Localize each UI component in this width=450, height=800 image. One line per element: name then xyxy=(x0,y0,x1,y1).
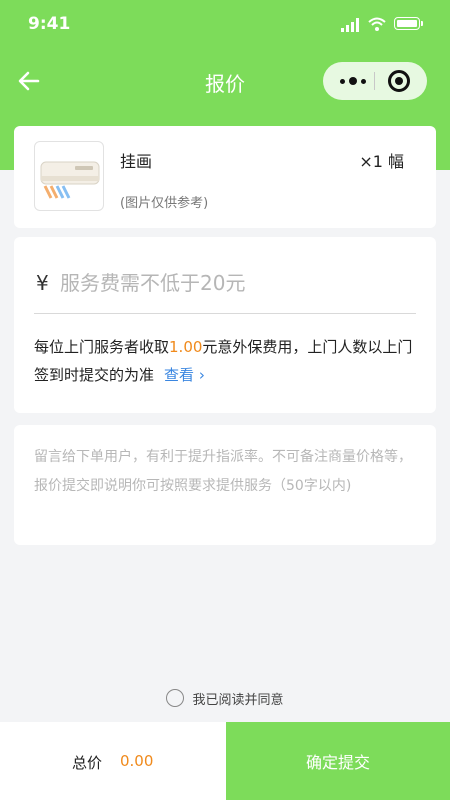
battery-tip xyxy=(421,21,423,26)
close-mini-program-icon[interactable] xyxy=(388,70,410,92)
air-conditioner-icon xyxy=(40,161,100,199)
agreement-radio[interactable] xyxy=(166,689,185,707)
more-icon[interactable] xyxy=(333,62,373,100)
agreement-row: 我已阅读并同意 xyxy=(0,687,450,709)
rule-prefix: 每位上门服务者收取 xyxy=(34,338,170,356)
price-card: ¥ 每位上门服务者收取1.00元意外保费用，上门人数以上门签到时提交的为准查看 … xyxy=(14,237,436,413)
service-fee-input[interactable] xyxy=(60,265,410,301)
price-divider xyxy=(34,313,416,314)
chevron-right-icon: › xyxy=(198,366,205,384)
product-quantity: ×1 幅 xyxy=(359,152,404,171)
view-details-link[interactable]: 查看 › xyxy=(164,366,205,384)
product-card: 挂画 ×1 幅 (图片仅供参考) xyxy=(14,126,436,228)
submit-button[interactable]: 确定提交 xyxy=(226,722,450,800)
insurance-rule-text: 每位上门服务者收取1.00元意外保费用，上门人数以上门签到时提交的为准 查看 › xyxy=(34,333,418,389)
status-bar: 9:41 xyxy=(0,0,450,50)
total-label: 总价 xyxy=(72,754,103,772)
product-name: 挂画 xyxy=(120,152,153,171)
mini-program-capsule xyxy=(323,62,427,100)
total-price: 0.00 xyxy=(120,752,154,770)
bottom-bar: 总价 0.00 确定提交 xyxy=(0,722,450,800)
wifi-icon xyxy=(368,17,386,31)
status-time: 9:41 xyxy=(28,14,71,34)
capsule-divider xyxy=(374,72,375,90)
remark-textarea[interactable] xyxy=(34,443,418,533)
agreement-label[interactable]: 我已阅读并同意 xyxy=(192,689,283,708)
product-image xyxy=(34,141,104,211)
insurance-fee: 1.00 xyxy=(169,338,203,356)
remark-card xyxy=(14,425,436,545)
nav-bar: 报价 xyxy=(0,50,450,112)
image-disclaimer: (图片仅供参考) xyxy=(120,196,209,211)
battery-icon xyxy=(394,17,420,30)
currency-symbol: ¥ xyxy=(36,271,49,295)
signal-icon xyxy=(341,18,359,32)
view-link-label: 查看 xyxy=(164,366,195,384)
